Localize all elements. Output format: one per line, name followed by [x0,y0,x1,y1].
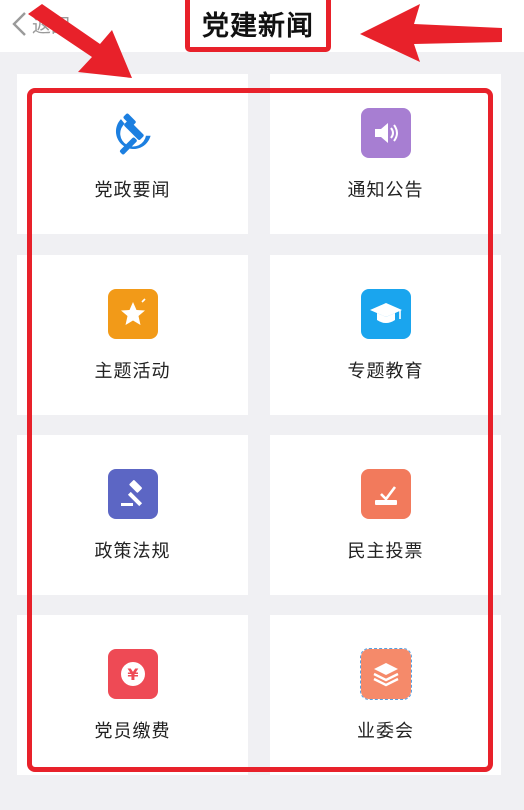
menu-item-member-fees[interactable]: ¥ 党员缴费 [17,615,248,775]
chevron-left-icon [12,12,26,36]
yen-coin-icon: ¥ [107,649,158,699]
menu-item-label: 党员缴费 [94,721,171,742]
menu-item-label: 业委会 [357,721,414,742]
menu-item-label: 主题活动 [94,361,171,382]
menu-grid: 党政要闻 通知公告 主题活动 专题教育 政策法规 民主投票 ¥ 党员缴费 业委会 [0,52,524,810]
page-title: 党建新闻 [202,10,314,42]
menu-item-special-education[interactable]: 专题教育 [270,255,501,415]
layers-icon [359,648,412,700]
menu-item-label: 党政要闻 [94,180,171,201]
menu-item-theme-activities[interactable]: 主题活动 [17,255,248,415]
graduation-cap-icon [360,289,411,339]
menu-item-policies[interactable]: 政策法规 [17,435,248,595]
svg-text:¥: ¥ [127,665,138,684]
menu-item-democratic-vote[interactable]: 民主投票 [270,435,501,595]
menu-item-notices[interactable]: 通知公告 [270,74,501,234]
title-highlight-box: 党建新闻 [185,0,331,52]
menu-item-label: 通知公告 [347,180,424,201]
ballot-box-icon [360,469,411,519]
menu-item-owners-committee[interactable]: 业委会 [270,615,501,775]
menu-item-label: 政策法规 [94,541,171,562]
back-label: 返回 [32,14,71,37]
menu-item-label: 民主投票 [347,541,424,562]
app-header: 返回 党建新闻 [0,0,524,52]
hammer-sickle-icon [108,108,158,158]
menu-item-label: 专题教育 [347,361,424,382]
back-button[interactable]: 返回 [10,8,70,40]
star-icon [107,289,158,339]
menu-item-party-news[interactable]: 党政要闻 [17,74,248,234]
gavel-icon [107,469,158,519]
speaker-icon [360,108,411,158]
